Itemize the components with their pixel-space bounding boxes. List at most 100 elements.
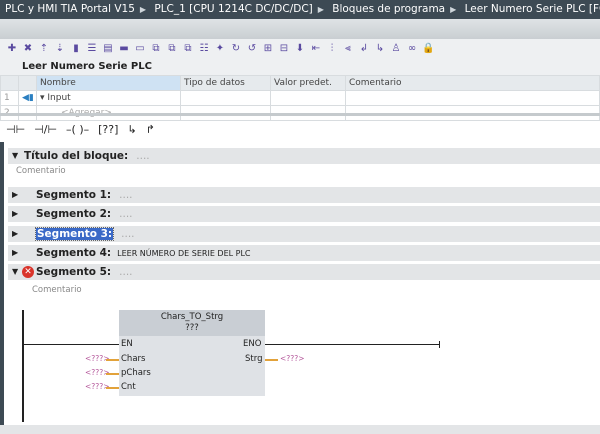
expand2-icon[interactable]: ⧉ <box>166 43 178 55</box>
wire <box>106 373 119 375</box>
lad-element-5[interactable]: ↱ <box>146 123 155 136</box>
table-row[interactable]: 1 ◀▮ ▾ Input <box>0 90 600 106</box>
wire <box>106 387 119 389</box>
editor-toolbar: ✚ ✖ ⇡ ⇣ ▮ ☰ ▤ ▬ ▭ ⧉ ⧉ ⧉ ☷ ✦ ↻ ↺ ⊞ ⊟ ⬇ ⇤ ⫶ ⫷ ↲ ↳ ♙ ∞ 🔒 <box>0 39 600 59</box>
lad-element-2[interactable]: –( )– <box>66 123 89 136</box>
segment-header-5[interactable]: ▼ ✕ Segmento 5:.... <box>8 264 600 280</box>
return-icon[interactable]: ↳ <box>374 43 386 55</box>
column-header-comment[interactable]: Comentario <box>345 75 600 91</box>
segment-title[interactable]: .... <box>119 208 132 220</box>
segment-title[interactable]: .... <box>119 266 132 278</box>
en-wire <box>24 344 119 345</box>
call-icon[interactable]: ↲ <box>358 43 370 55</box>
cell[interactable] <box>180 90 271 106</box>
insert-network-icon[interactable]: ⇡ <box>38 43 50 55</box>
wire <box>265 359 278 361</box>
operand-strg[interactable]: <???> <box>280 354 305 363</box>
breakpoint-icon[interactable]: ↻ <box>230 43 242 55</box>
expand-icon[interactable]: ▶ <box>12 226 18 242</box>
glasses-icon[interactable]: ∞ <box>406 43 418 55</box>
insert-row-icon[interactable]: ✚ <box>6 43 18 55</box>
splitter[interactable] <box>0 113 600 116</box>
column-header-name[interactable]: Nombre <box>36 75 181 91</box>
lad-element-3[interactable]: [??] <box>98 123 118 136</box>
segment-header-3[interactable]: ▶ Segmento 3:.... <box>8 226 600 242</box>
delete-row-icon[interactable]: ✖ <box>22 43 34 55</box>
column-header-default[interactable]: Valor predet. <box>270 75 346 91</box>
wire-end <box>439 341 440 348</box>
block-title-value[interactable]: .... <box>136 150 149 162</box>
error-icon: ✕ <box>22 266 34 278</box>
pin-cnt: Cnt <box>121 382 136 392</box>
input-section-icon: ◀▮ <box>18 90 37 106</box>
block-title-header[interactable]: ▼ Título del bloque:.... <box>8 148 600 164</box>
expand-icon[interactable]: ▶ <box>12 245 18 261</box>
cell[interactable] <box>270 90 346 106</box>
fb-name: Chars_TO_Strg <box>160 312 224 322</box>
lad-element-0[interactable]: ⊣⊢ <box>6 123 25 136</box>
function-block-header[interactable]: Chars_TO_Strg??? <box>119 310 265 336</box>
row-number-header <box>0 75 19 91</box>
collapse-icon[interactable]: ▼ <box>12 264 18 280</box>
lad-toolbar: ⊣⊢ ⊣/⊢ –( )– [??] ↳ ↱ <box>0 118 600 140</box>
toggle-icon[interactable]: ▮ <box>70 43 82 55</box>
indent-icon[interactable]: ⇤ <box>310 43 322 55</box>
segment-label[interactable]: Segmento 3: <box>34 227 115 241</box>
row-name: Input <box>47 93 71 103</box>
breadcrumb-item[interactable]: Leer Numero Serie PLC [FC7] <box>465 3 600 15</box>
lad-element-4[interactable]: ↳ <box>127 123 136 136</box>
lock-icon[interactable]: 🔒 <box>422 43 434 55</box>
ladder2-icon[interactable]: ⫷ <box>342 43 354 55</box>
breadcrumb-item[interactable]: PLC_1 [CPU 1214C DC/DC/DC] <box>154 3 312 15</box>
cell[interactable] <box>345 90 600 106</box>
monitor-icon[interactable]: ⊞ <box>262 43 274 55</box>
lad-element-1[interactable]: ⊣/⊢ <box>34 123 57 136</box>
window2-icon[interactable]: ▬ <box>118 43 130 55</box>
segment-header-1[interactable]: ▶ Segmento 1:.... <box>8 187 600 203</box>
fb-instance[interactable]: ??? <box>119 323 265 334</box>
pin-pchars: pChars <box>121 368 151 378</box>
segment-title[interactable]: .... <box>119 189 132 201</box>
pin-chars: Chars <box>121 354 146 364</box>
breadcrumb-arrow-icon: ▶ <box>450 5 457 14</box>
expand-icon[interactable]: ⧉ <box>150 43 162 55</box>
breadcrumb-item[interactable]: PLC y HMI TIA Portal V15 <box>5 3 135 15</box>
favorites-icon[interactable]: ✦ <box>214 43 226 55</box>
segment-header-2[interactable]: ▶ Segmento 2:.... <box>8 206 600 222</box>
block-comment[interactable]: Comentario <box>16 166 66 176</box>
breadcrumb: PLC y HMI TIA Portal V15 ▶ PLC_1 [CPU 121… <box>0 0 600 19</box>
expand3-icon[interactable]: ⧉ <box>182 43 194 55</box>
segment5-comment[interactable]: Comentario <box>32 285 82 295</box>
segment-label[interactable]: Segmento 1: <box>36 189 111 201</box>
row-name-cell: ▾ Input <box>36 90 181 106</box>
breadcrumb-arrow-icon: ▶ <box>139 5 147 14</box>
segment-title[interactable]: .... <box>121 228 134 240</box>
pin-en: EN <box>121 339 133 349</box>
comment-icon[interactable]: ▭ <box>134 43 146 55</box>
download-icon[interactable]: ⬇ <box>294 43 306 55</box>
segment-label[interactable]: Segmento 2: <box>36 208 111 220</box>
icon-header <box>18 75 37 91</box>
column-header-type[interactable]: Tipo de datos <box>180 75 271 91</box>
list-icon[interactable]: ☰ <box>86 43 98 55</box>
ladder-icon[interactable]: ⫶ <box>326 43 338 55</box>
segment-label[interactable]: Segmento 5: <box>36 266 111 278</box>
segment-title[interactable]: LEER NÚMERO DE SERIE DEL PLC <box>117 249 250 258</box>
segment-header-4[interactable]: ▶ Segmento 4: LEER NÚMERO DE SERIE DEL PLC <box>8 245 600 261</box>
delete-network-icon[interactable]: ⇣ <box>54 43 66 55</box>
absolute-icon[interactable]: ☷ <box>198 43 210 55</box>
segment-label[interactable]: Segmento 4: <box>36 247 111 259</box>
row-number: 1 <box>0 90 19 106</box>
collapse-icon[interactable]: ▼ <box>12 148 18 164</box>
window-toolbar-band <box>0 19 600 39</box>
goto-icon[interactable]: ↺ <box>246 43 258 55</box>
monitor2-icon[interactable]: ⊟ <box>278 43 290 55</box>
expand-icon[interactable]: ▶ <box>12 206 18 222</box>
user-icon[interactable]: ♙ <box>390 43 402 55</box>
window-icon[interactable]: ▤ <box>102 43 114 55</box>
breadcrumb-arrow-icon: ▶ <box>317 5 324 14</box>
block-name: Leer Numero Serie PLC <box>0 59 600 75</box>
wire <box>106 359 119 361</box>
breadcrumb-item[interactable]: Bloques de programa <box>332 3 445 15</box>
expand-icon[interactable]: ▶ <box>12 187 18 203</box>
